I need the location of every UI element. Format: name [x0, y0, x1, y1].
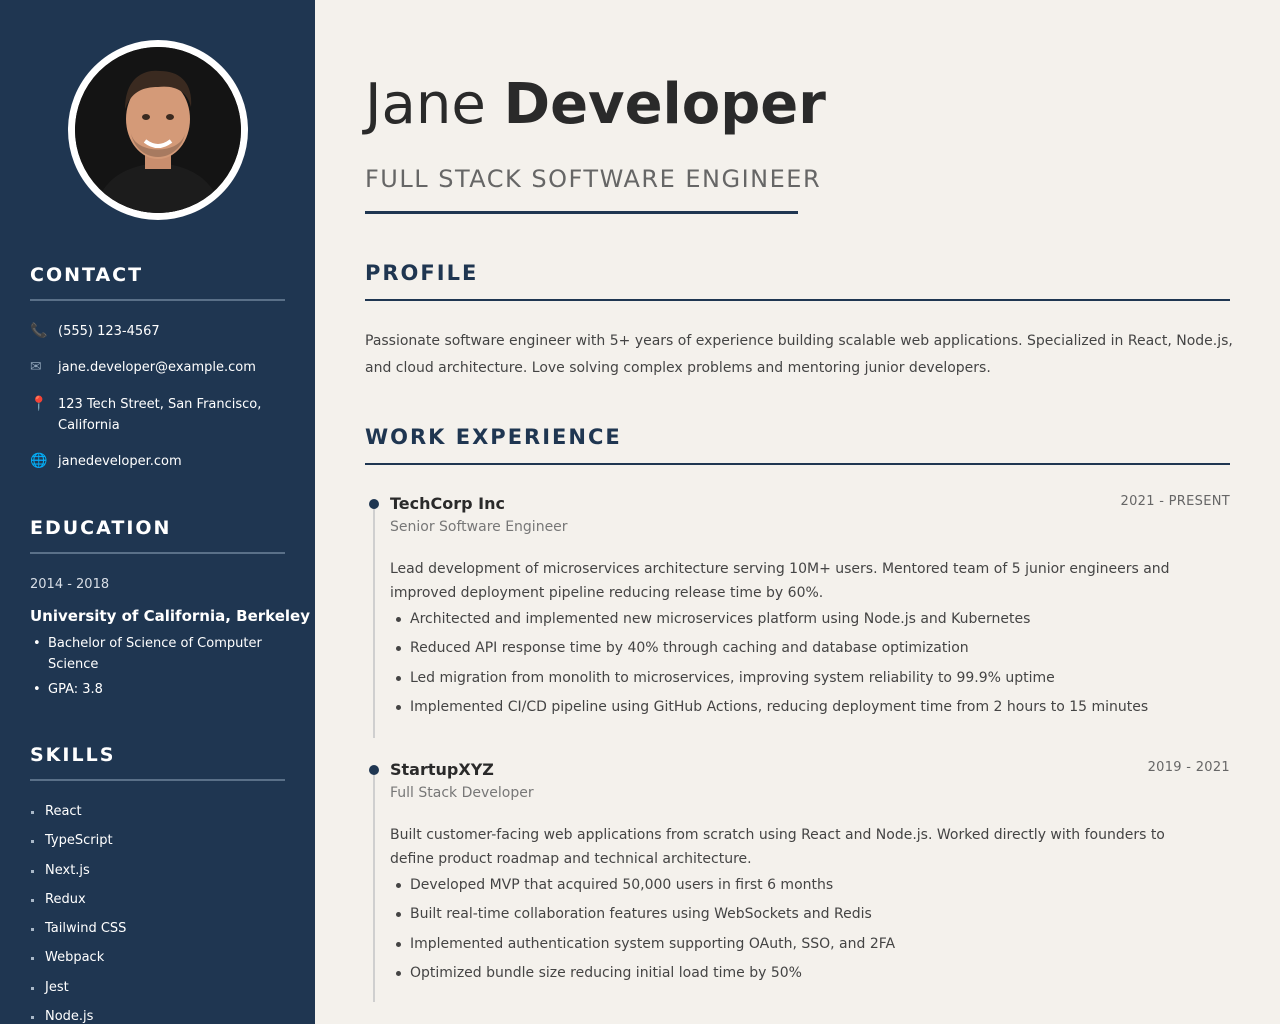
skill-item: Jest — [30, 978, 126, 1007]
achievement-item: Built real-time collaboration features u… — [390, 904, 1220, 933]
education-item: Bachelor of Science of Computer Science — [30, 633, 285, 675]
profile-photo — [75, 47, 241, 213]
address-line-1: 123 Tech Street, San Francisco, — [58, 397, 262, 412]
email-link[interactable]: jane.developer@example.com — [58, 357, 256, 378]
page-title: Jane Developer — [365, 72, 826, 137]
job-dates: 2019 - 2021 — [1147, 760, 1230, 775]
achievement-item: Led migration from monolith to microserv… — [390, 668, 1220, 697]
timeline-dot — [369, 499, 379, 509]
address-text: 123 Tech Street, San Francisco, Californ… — [58, 394, 261, 436]
job-achievements: Architected and implemented new microser… — [390, 609, 1220, 726]
education-heading: EDUCATION — [30, 517, 172, 539]
timeline-line — [373, 774, 375, 1002]
education-school: University of California, Berkeley — [30, 607, 310, 625]
sidebar: CONTACT 📞 (555) 123-4567 ✉ jane.develope… — [0, 0, 315, 1024]
timeline-dot — [369, 765, 379, 775]
job-dates: 2021 - PRESENT — [1120, 494, 1230, 509]
contact-address: 📍 123 Tech Street, San Francisco, Califo… — [30, 394, 285, 436]
contact-website: 🌐 janedeveloper.com — [30, 451, 285, 472]
job-role: Full Stack Developer — [390, 785, 534, 801]
job-entry-techcorp: TechCorp Inc 2021 - PRESENT Senior Softw… — [365, 494, 1230, 739]
skill-item: Redux — [30, 890, 126, 919]
job-company: StartupXYZ — [390, 760, 494, 779]
contact-divider — [30, 299, 285, 301]
skill-item: Node.js — [30, 1007, 126, 1024]
achievement-item: Architected and implemented new microser… — [390, 609, 1220, 638]
skill-item: Webpack — [30, 948, 126, 977]
job-achievements: Developed MVP that acquired 50,000 users… — [390, 875, 1220, 992]
phone-icon: 📞 — [30, 323, 48, 339]
avatar — [68, 40, 248, 220]
contact-heading: CONTACT — [30, 264, 144, 286]
last-name: Developer — [503, 72, 826, 137]
skill-item: Tailwind CSS — [30, 919, 126, 948]
website-link[interactable]: janedeveloper.com — [58, 451, 182, 472]
job-company: TechCorp Inc — [390, 494, 505, 513]
achievement-item: Developed MVP that acquired 50,000 users… — [390, 875, 1220, 904]
profile-divider — [365, 299, 1230, 301]
envelope-icon: ✉ — [30, 359, 42, 375]
skill-item: TypeScript — [30, 831, 126, 860]
title-underline — [365, 211, 798, 214]
achievement-item: Implemented authentication system suppor… — [390, 934, 1220, 963]
map-pin-icon: 📍 — [30, 396, 48, 412]
skills-divider — [30, 779, 285, 781]
achievement-item: Implemented CI/CD pipeline using GitHub … — [390, 697, 1220, 726]
profile-heading: PROFILE — [365, 261, 479, 285]
job-description: Lead development of microservices archit… — [390, 561, 1170, 601]
experience-heading: WORK EXPERIENCE — [365, 425, 622, 449]
education-years: 2014 - 2018 — [30, 577, 110, 592]
education-item: GPA: 3.8 — [30, 679, 285, 700]
skills-heading: SKILLS — [30, 744, 116, 766]
job-entry-startupxyz: StartupXYZ 2019 - 2021 Full Stack Develo… — [365, 760, 1230, 1005]
job-description: Built customer-facing web applications f… — [390, 827, 1165, 867]
first-name: Jane — [365, 72, 486, 137]
skills-list: React TypeScript Next.js Redux Tailwind … — [30, 802, 126, 1024]
achievement-item: Reduced API response time by 40% through… — [390, 638, 1220, 667]
education-divider — [30, 552, 285, 554]
job-title: FULL STACK SOFTWARE ENGINEER — [365, 165, 822, 193]
skill-item: Next.js — [30, 861, 126, 890]
achievement-item: Optimized bundle size reducing initial l… — [390, 963, 1220, 992]
profile-text: Passionate software engineer with 5+ yea… — [365, 333, 1233, 376]
job-role: Senior Software Engineer — [390, 519, 568, 535]
address-line-2: California — [58, 418, 120, 433]
globe-icon: 🌐 — [30, 453, 48, 469]
skill-item: React — [30, 802, 126, 831]
education-details: Bachelor of Science of Computer Science … — [30, 633, 285, 704]
phone-text[interactable]: (555) 123-4567 — [58, 321, 160, 342]
experience-divider — [365, 463, 1230, 465]
timeline-line — [373, 508, 375, 738]
contact-email: ✉ jane.developer@example.com — [30, 357, 285, 378]
contact-phone: 📞 (555) 123-4567 — [30, 321, 285, 342]
